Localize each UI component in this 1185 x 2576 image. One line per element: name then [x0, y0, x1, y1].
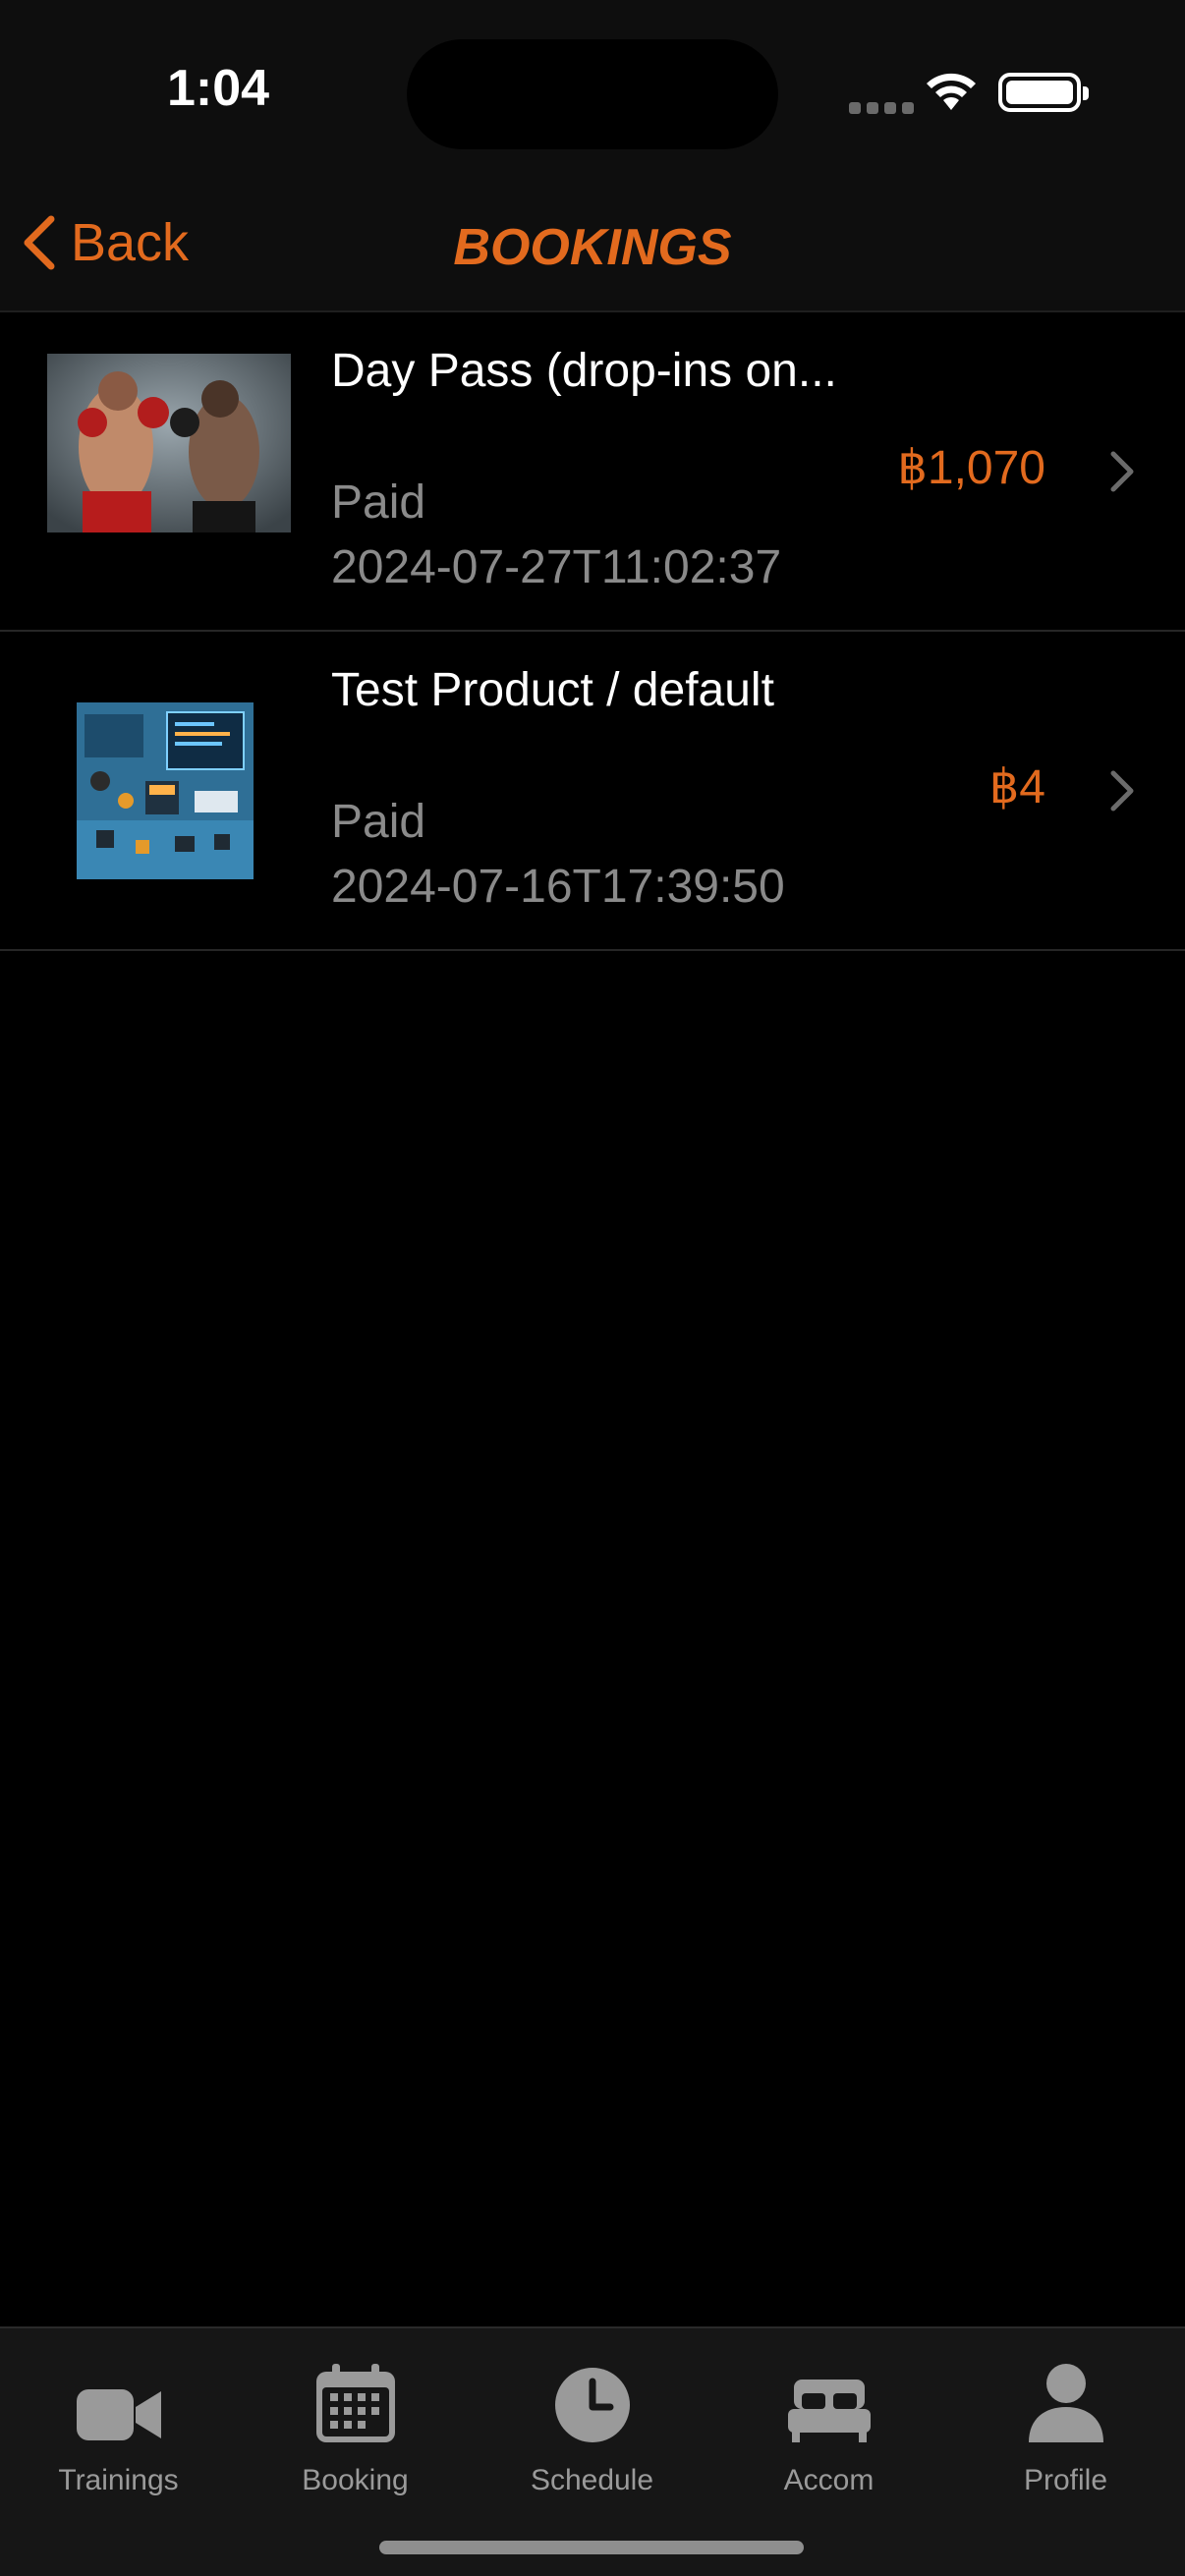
booking-price: ฿1,070 [897, 442, 1045, 494]
status-bar: 1:04 [0, 0, 1185, 157]
tab-label: Profile [1023, 2464, 1108, 2496]
tab-label: Trainings [58, 2464, 179, 2496]
tab-schedule[interactable]: Schedule [474, 2348, 710, 2535]
tab-booking[interactable]: Booking [237, 2348, 474, 2535]
bookings-screen: 1:04 Back BOOKINGS Day Pass (drop-ins on… [0, 0, 1185, 2576]
video-camera-icon [76, 2348, 161, 2442]
tab-profile[interactable]: Profile [947, 2348, 1184, 2535]
chevron-right-icon [1110, 770, 1134, 812]
booking-date: 2024-07-16T17:39:50 [331, 861, 785, 913]
tab-label: Accom [783, 2464, 875, 2496]
tab-bar: Trainings Booking Schedule Accom Profile [0, 2326, 1185, 2576]
page-title: BOOKINGS [453, 219, 732, 276]
booking-date: 2024-07-27T11:02:37 [331, 541, 782, 593]
chevron-right-icon [1110, 451, 1134, 492]
cellular-signal-icon [849, 102, 914, 114]
dynamic-island [407, 39, 778, 149]
navigation-bar: Back BOOKINGS [0, 157, 1185, 312]
status-time: 1:04 [167, 60, 270, 117]
home-indicator[interactable] [379, 2541, 804, 2554]
booking-row[interactable]: Day Pass (drop-ins on... Paid 2024-07-27… [0, 312, 1185, 632]
calendar-icon [315, 2348, 395, 2442]
tab-label: Booking [302, 2464, 409, 2496]
tab-label: Schedule [530, 2464, 654, 2496]
person-icon [1028, 2348, 1103, 2442]
booking-status: Paid [331, 796, 426, 848]
booking-thumbnail-boxing [47, 354, 291, 532]
booking-price: ฿4 [988, 761, 1045, 813]
tab-accom[interactable]: Accom [710, 2348, 947, 2535]
tab-trainings[interactable]: Trainings [0, 2348, 237, 2535]
booking-status: Paid [331, 476, 426, 529]
clock-icon [554, 2348, 630, 2442]
booking-row[interactable]: Test Product / default Paid 2024-07-16T1… [0, 632, 1185, 951]
bookings-list: Day Pass (drop-ins on... Paid 2024-07-27… [0, 312, 1185, 951]
booking-thumbnail-tech [77, 702, 254, 879]
booking-title: Test Product / default [331, 664, 774, 716]
wifi-icon [924, 71, 979, 117]
bed-icon [787, 2348, 871, 2442]
battery-icon [998, 73, 1089, 112]
booking-title: Day Pass (drop-ins on... [331, 345, 837, 397]
